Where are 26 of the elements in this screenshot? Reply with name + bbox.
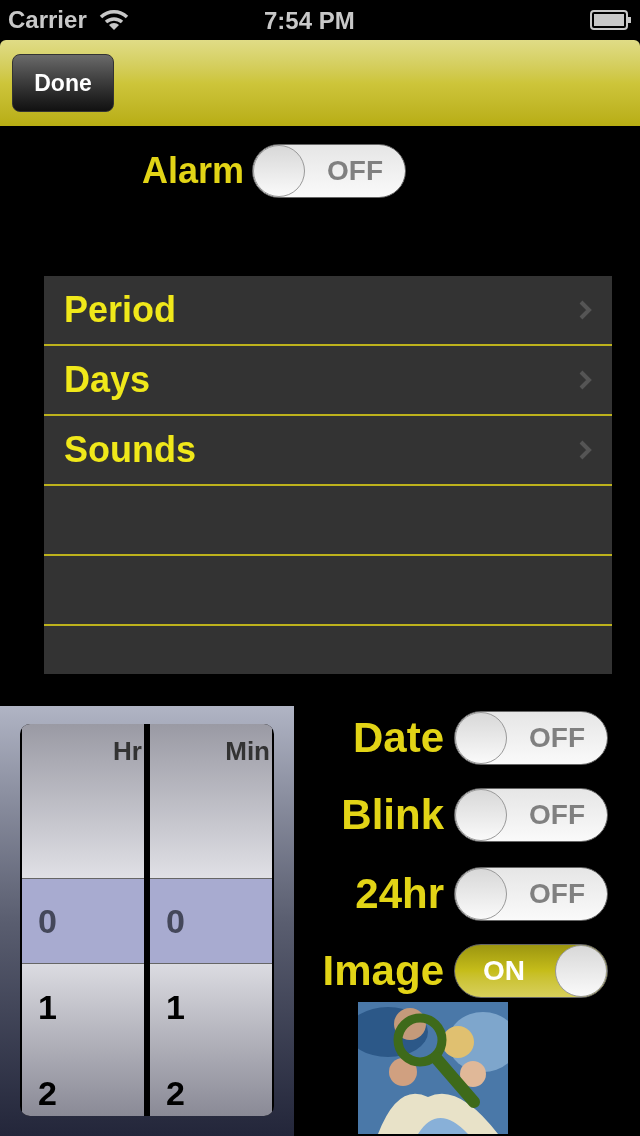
chevron-icon: [578, 439, 592, 461]
option-label: Image: [322, 946, 444, 996]
wheel-value[interactable]: 0: [22, 878, 144, 964]
picker-wheel[interactable]: Hr 0 1 2: [22, 724, 144, 1116]
carrier-name: Carrier: [8, 5, 87, 35]
wheel-value[interactable]: 2: [150, 1050, 272, 1116]
done-button[interactable]: Done: [12, 54, 114, 112]
menu-row[interactable]: Period: [44, 276, 612, 346]
battery-icon: [590, 10, 632, 30]
menu-row[interactable]: Days: [44, 346, 612, 416]
status-time: 7:54 PM: [264, 6, 355, 36]
wheel-value[interactable]: 1: [22, 964, 144, 1050]
option-label: Blink: [341, 790, 444, 840]
menu-row[interactable]: Sounds: [44, 416, 612, 486]
option-label: Date: [352, 713, 444, 763]
picker-wheel[interactable]: Min 0 1 2: [150, 724, 272, 1116]
chevron-icon: [578, 369, 592, 391]
wheel-value[interactable]: 2: [22, 1050, 144, 1116]
wifi-icon: [98, 8, 129, 32]
wheel-value[interactable]: 0: [150, 878, 272, 964]
alarm-label: Alarm: [142, 149, 245, 193]
wheel-unit-label: Min: [225, 735, 270, 768]
wheel-unit-label: Hr: [113, 735, 142, 768]
option-label: 24hr: [355, 869, 444, 919]
wheel-value[interactable]: 1: [150, 964, 272, 1050]
chevron-icon: [578, 299, 592, 321]
